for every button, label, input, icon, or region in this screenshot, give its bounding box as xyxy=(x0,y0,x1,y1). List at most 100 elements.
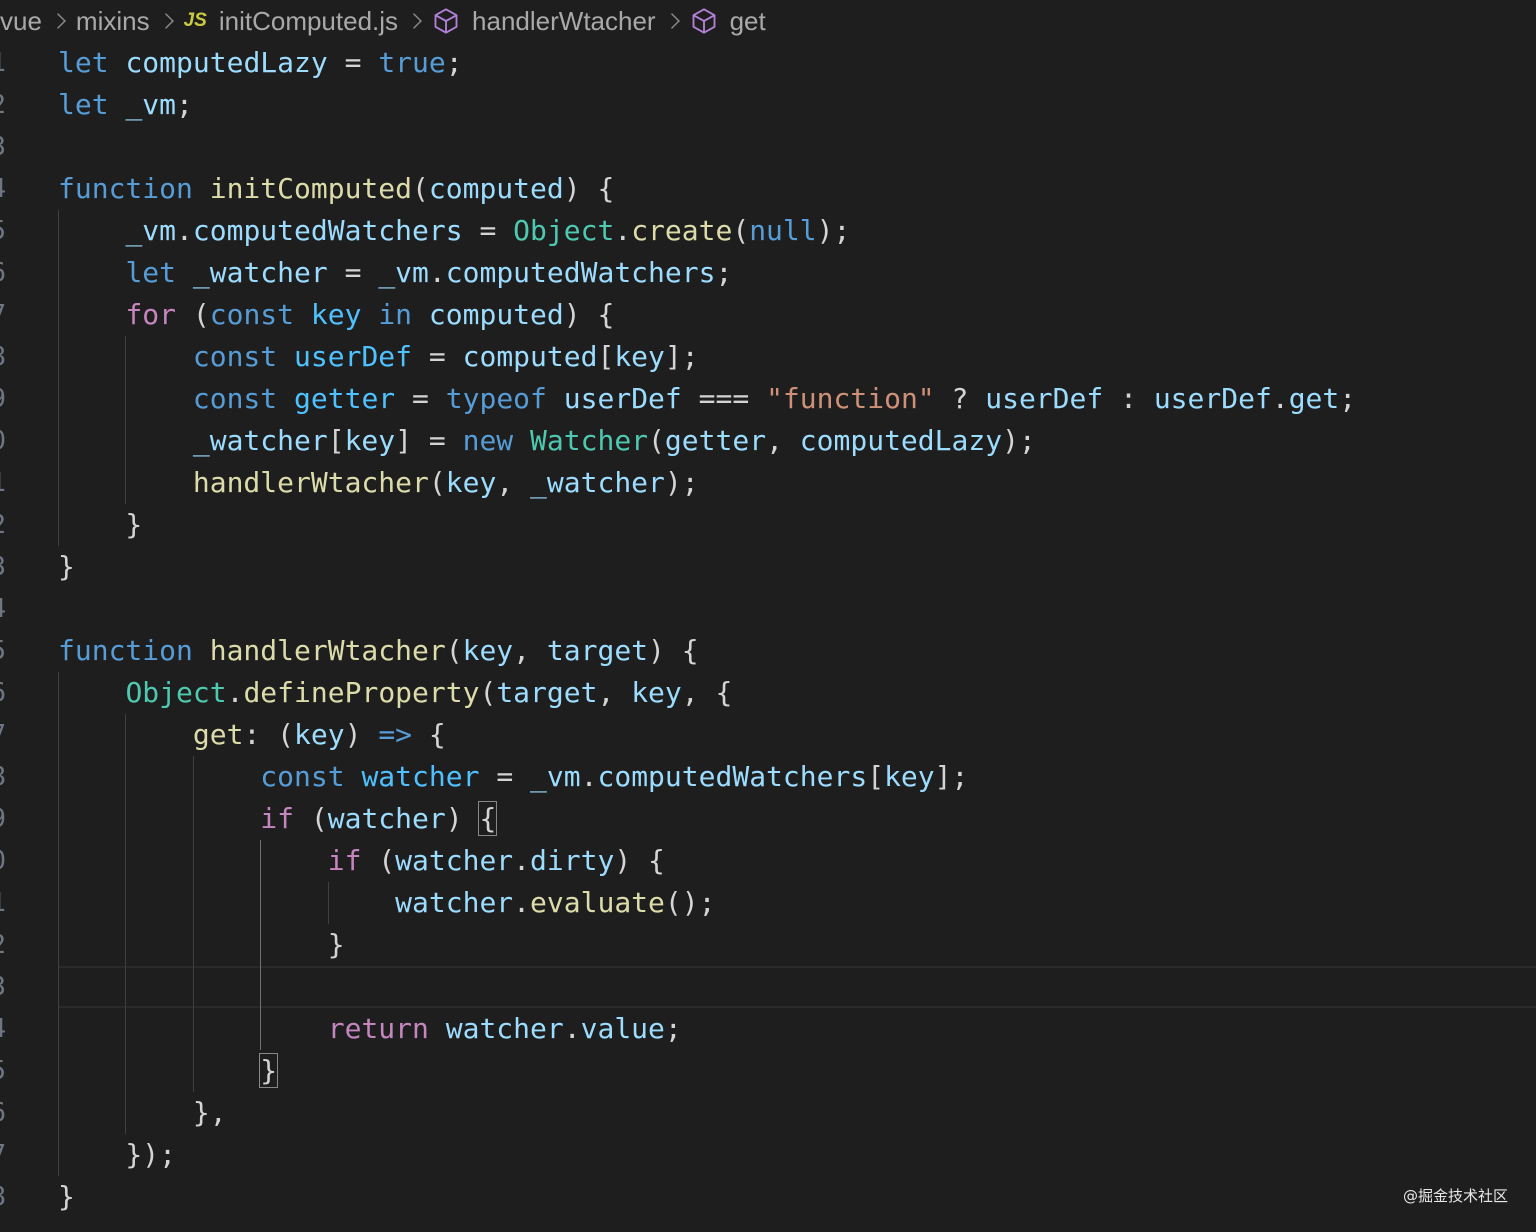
code-token: _watcher xyxy=(530,466,665,499)
code-token: : ( xyxy=(243,718,295,751)
code-token: === xyxy=(681,382,767,415)
code-token: userDef xyxy=(563,382,682,415)
code-token: _vm xyxy=(125,88,177,121)
code-token: _watcher xyxy=(192,424,328,457)
code-line[interactable]: } xyxy=(58,504,1536,546)
code-token: ; xyxy=(715,256,733,289)
line-number: 5 xyxy=(0,630,6,672)
code-line[interactable]: let _watcher = _vm.computedWatchers; xyxy=(58,252,1536,294)
code-token: = xyxy=(395,382,446,415)
code-token: _vm xyxy=(530,760,581,793)
code-token: . xyxy=(428,256,446,289)
code-line[interactable]: if (watcher) { xyxy=(58,798,1536,840)
code-token: let xyxy=(58,88,126,121)
code-line[interactable]: } xyxy=(58,924,1536,966)
code-token: computedLazy xyxy=(125,46,328,79)
breadcrumb-item-vue[interactable]: vue xyxy=(0,6,42,37)
breadcrumb-label: get xyxy=(729,5,766,36)
code-line[interactable]: _vm.computedWatchers = Object.create(nul… xyxy=(58,210,1536,252)
code-token: , xyxy=(496,466,531,499)
code-token: ) xyxy=(344,718,379,751)
code-token: ( xyxy=(445,634,463,667)
breadcrumb-item-file[interactable]: JS initComputed.js xyxy=(184,6,398,37)
breadcrumb-item-symbol-handlerwtacher[interactable]: handlerWtacher xyxy=(432,6,656,37)
code-token: _vm xyxy=(378,256,429,289)
code-editor[interactable]: 1234567890123456789012345678 let compute… xyxy=(0,42,1536,1232)
code-line-current[interactable] xyxy=(58,966,1536,1008)
code-token: computedWatchers xyxy=(597,760,868,793)
code-token: watcher xyxy=(395,886,514,919)
code-token: , { xyxy=(681,676,733,709)
code-token: return xyxy=(327,1012,446,1045)
code-line[interactable]: return watcher.value; xyxy=(58,1008,1536,1050)
code-token: create xyxy=(631,214,733,247)
code-line[interactable]: get: (key) => { xyxy=(58,714,1536,756)
code-token: . xyxy=(614,214,632,247)
code-line[interactable]: Object.defineProperty(target, key, { xyxy=(58,672,1536,714)
method-cube-icon xyxy=(692,8,716,34)
code-token: userDef xyxy=(985,382,1104,415)
line-number: 5 xyxy=(0,210,6,252)
code-line[interactable]: function initComputed(computed) { xyxy=(58,168,1536,210)
code-token: computedLazy xyxy=(799,424,1003,457)
code-token: ); xyxy=(1002,424,1036,457)
code-token: key xyxy=(884,760,935,793)
code-line[interactable]: for (const key in computed) { xyxy=(58,294,1536,336)
code-line[interactable] xyxy=(58,588,1536,630)
matched-bracket: } xyxy=(259,1053,279,1088)
code-token: function xyxy=(58,634,210,667)
code-line[interactable]: _watcher[key] = new Watcher(getter, comp… xyxy=(58,420,1536,462)
code-token: if xyxy=(327,844,362,877)
code-line[interactable]: function handlerWtacher(key, target) { xyxy=(58,630,1536,672)
code-token: let xyxy=(125,256,193,289)
code-line[interactable]: }); xyxy=(58,1134,1536,1176)
breadcrumb-item-symbol-get[interactable]: get xyxy=(690,6,766,37)
code-token: } xyxy=(58,550,75,583)
code-area[interactable]: let computedLazy = true; let _vm; functio… xyxy=(58,42,1536,1218)
code-line[interactable]: }, xyxy=(58,1092,1536,1134)
code-token: defineProperty xyxy=(243,676,480,709)
line-number: 8 xyxy=(0,336,6,378)
code-token: ) xyxy=(445,802,480,835)
code-token: computedWatchers xyxy=(192,214,463,247)
code-line[interactable]: const watcher = _vm.computedWatchers[key… xyxy=(58,756,1536,798)
code-line[interactable]: const getter = typeof userDef === "funct… xyxy=(58,378,1536,420)
line-number: 2 xyxy=(0,504,6,546)
line-number: 7 xyxy=(0,294,6,336)
code-token: (); xyxy=(664,886,716,919)
code-token: } xyxy=(58,508,143,541)
code-line[interactable]: handlerWtacher(key, _watcher); xyxy=(58,462,1536,504)
code-token: initComputed xyxy=(209,172,413,205)
line-number: 1 xyxy=(0,462,6,504)
code-line[interactable]: let computedLazy = true; xyxy=(58,42,1536,84)
code-line[interactable]: } xyxy=(58,546,1536,588)
code-token: computed xyxy=(462,340,598,373)
code-line[interactable]: watcher.evaluate(); xyxy=(58,882,1536,924)
code-token: handlerWtacher xyxy=(192,466,429,499)
code-token: key xyxy=(614,340,665,373)
indent-guide xyxy=(125,714,127,1134)
code-line[interactable]: let _vm; xyxy=(58,84,1536,126)
code-token: , xyxy=(766,424,800,457)
code-token: }); xyxy=(58,1138,177,1171)
indent-guide xyxy=(125,336,127,504)
code-line[interactable]: if (watcher.dirty) { xyxy=(58,840,1536,882)
code-token: const xyxy=(192,382,295,415)
breadcrumb-item-mixins[interactable]: mixins xyxy=(76,6,150,37)
indent-guide xyxy=(58,672,59,1176)
code-line[interactable]: } xyxy=(58,1176,1536,1218)
code-token: key xyxy=(294,718,345,751)
code-token: "function" xyxy=(766,382,935,415)
code-token: => xyxy=(378,718,413,751)
code-token: _vm xyxy=(125,214,177,247)
code-token: dirty xyxy=(530,844,615,877)
code-line[interactable]: const userDef = computed[key]; xyxy=(58,336,1536,378)
javascript-file-icon: JS xyxy=(183,10,207,31)
code-line[interactable] xyxy=(58,126,1536,168)
code-token: } xyxy=(58,1180,75,1213)
code-token: target xyxy=(496,676,598,709)
code-line[interactable]: } xyxy=(58,1050,1536,1092)
